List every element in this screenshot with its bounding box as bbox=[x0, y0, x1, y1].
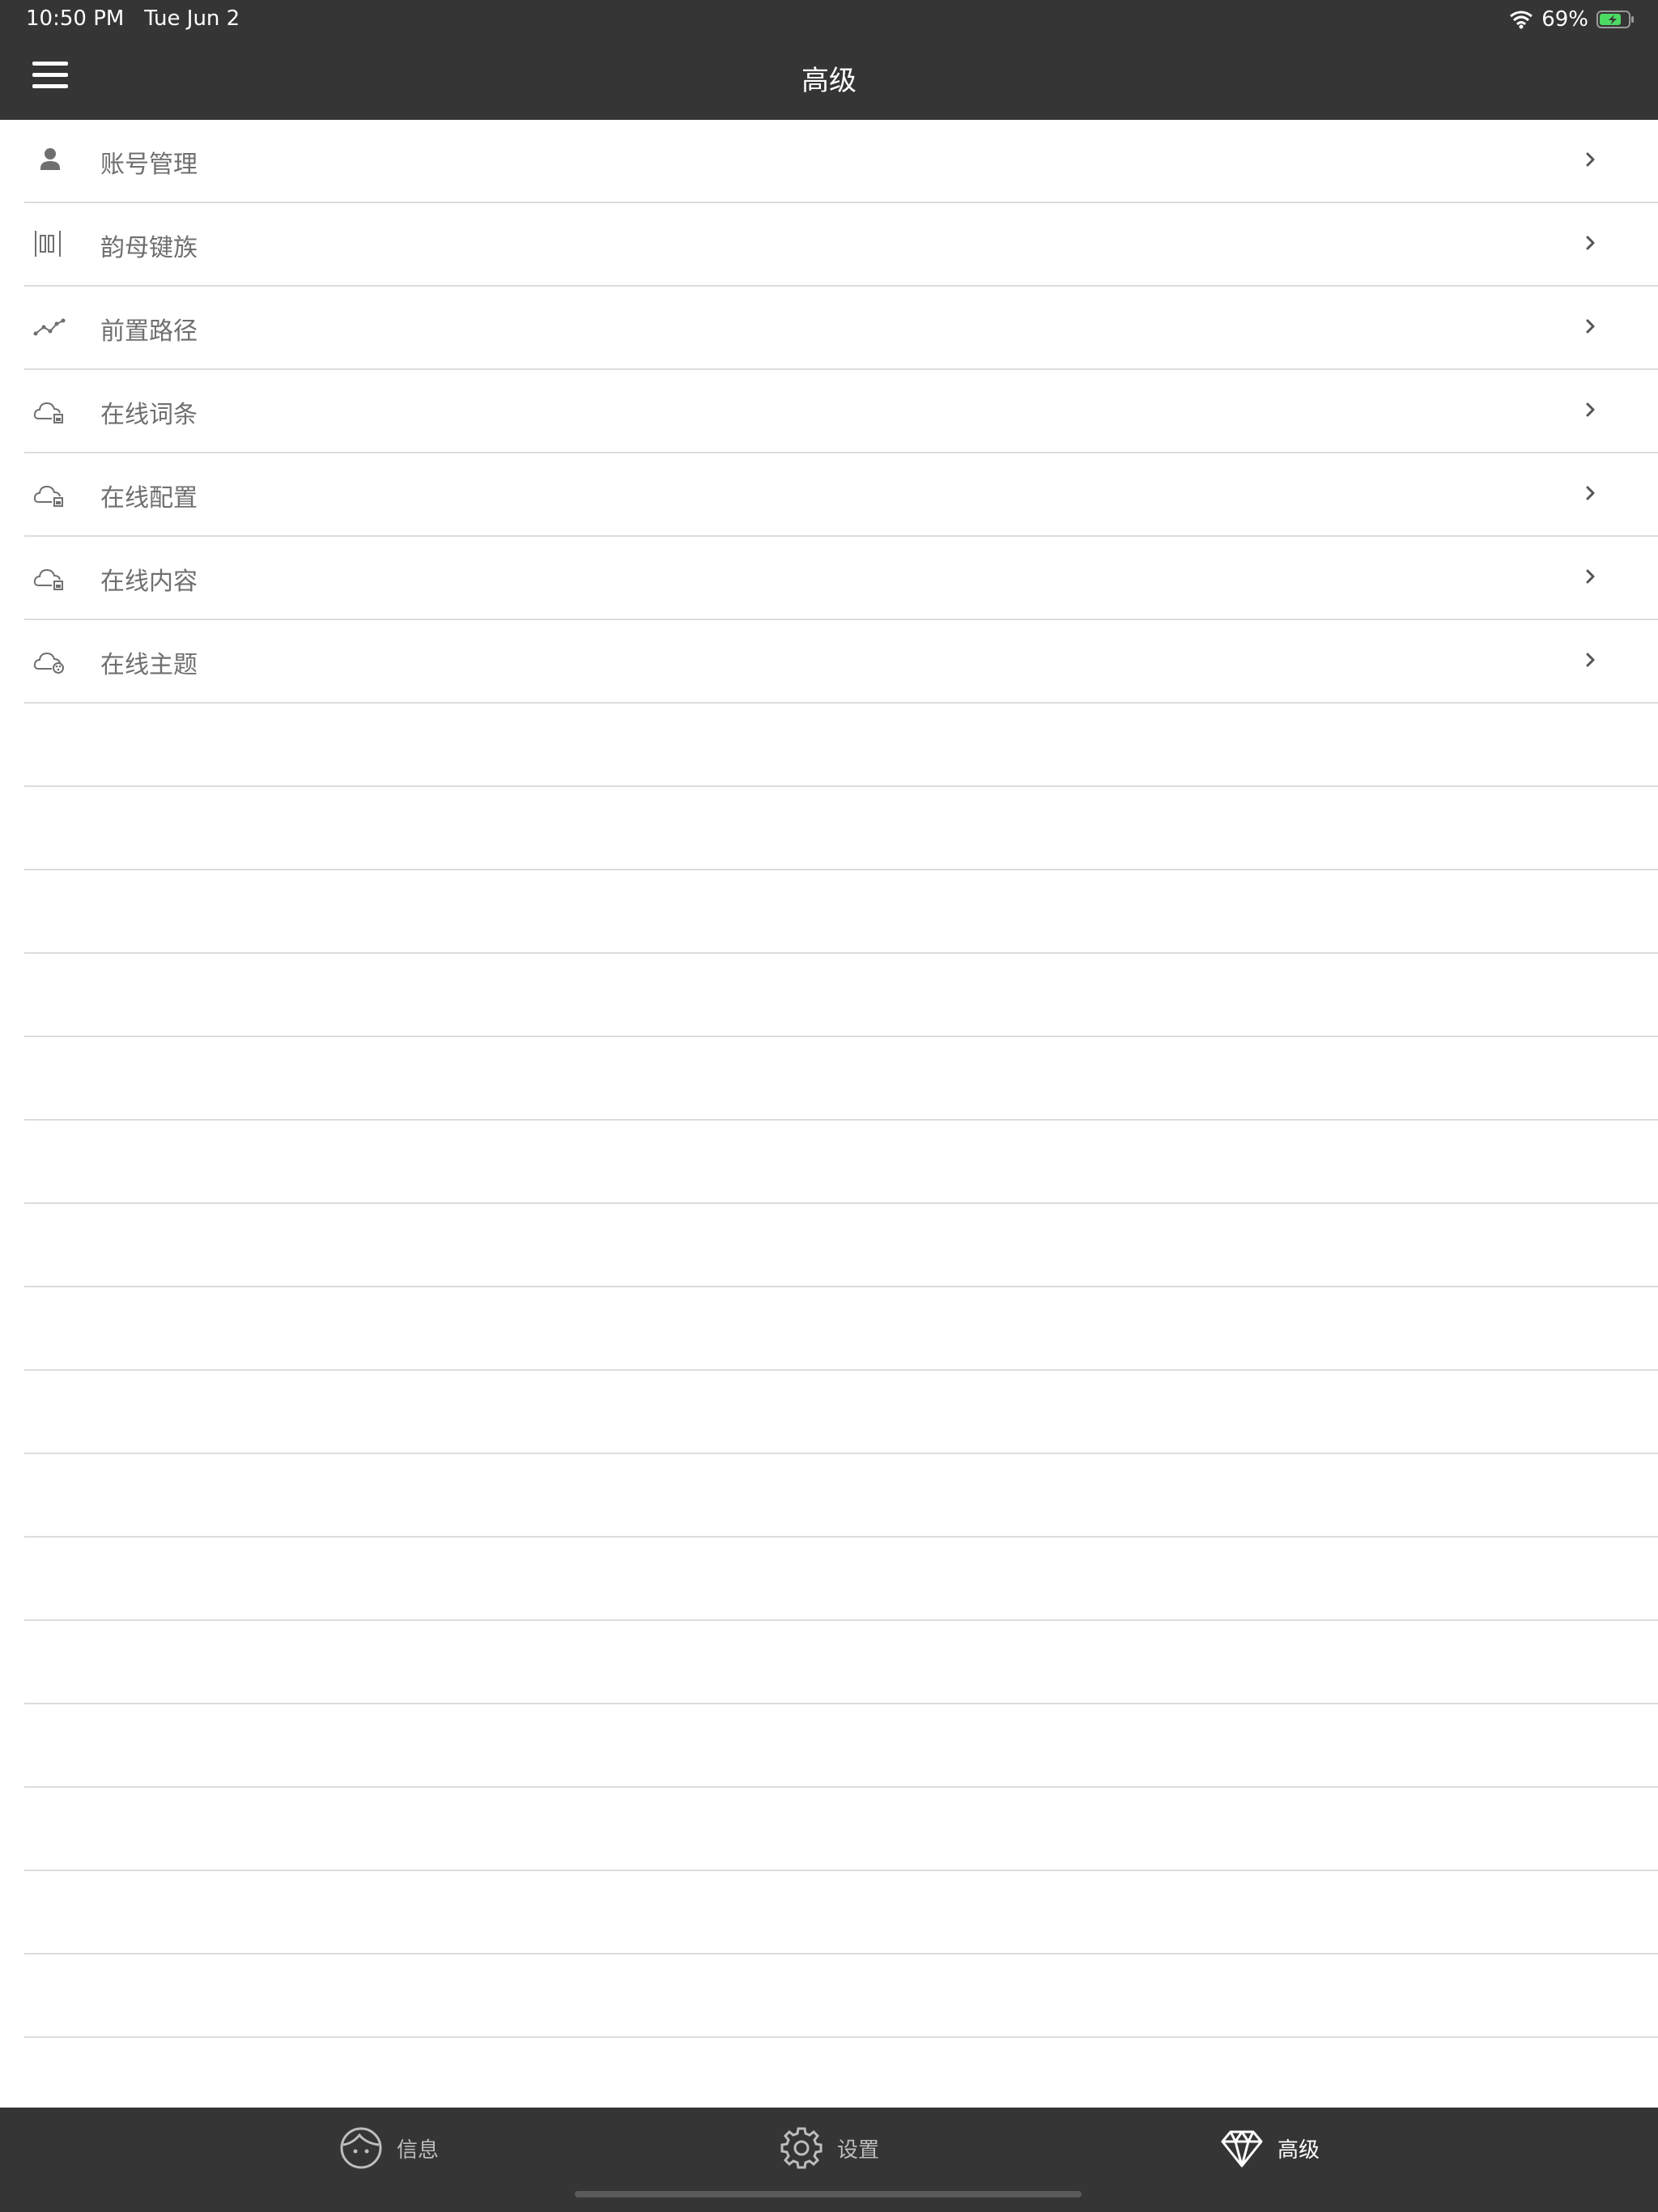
list-item-account[interactable]: 账号管理 bbox=[24, 120, 1658, 203]
cloud-lock-icon bbox=[33, 485, 63, 507]
list-item-label: 在线词条 bbox=[100, 401, 198, 429]
wifi-icon bbox=[1510, 11, 1533, 29]
chevron-right-icon bbox=[1586, 152, 1595, 167]
cloud-lock-icon bbox=[33, 402, 63, 423]
tab-advanced[interactable]: 高级 bbox=[1219, 2122, 1320, 2174]
keys-icon bbox=[35, 231, 61, 257]
chevron-right-icon bbox=[1586, 402, 1595, 417]
diamond-icon bbox=[1221, 2130, 1263, 2167]
chevron-right-icon bbox=[1586, 319, 1595, 334]
list-item-label: 前置路径 bbox=[100, 317, 198, 346]
list-item-online-theme[interactable]: 在线主题 bbox=[24, 620, 1658, 704]
empty-row bbox=[24, 1538, 1658, 1621]
empty-row bbox=[24, 1287, 1658, 1371]
empty-row bbox=[24, 1454, 1658, 1538]
list-item-prefix-path[interactable]: 前置路径 bbox=[24, 287, 1658, 370]
list-item-online-config[interactable]: 在线配置 bbox=[24, 453, 1658, 537]
top-bar: 10:50 PM Tue Jun 2 69% 高级 bbox=[0, 0, 1658, 120]
list-item-label: 在线内容 bbox=[100, 568, 198, 596]
face-icon bbox=[340, 2127, 382, 2169]
app-root: 10:50 PM Tue Jun 2 69% 高级 账号管理 韵母键族 前置路径… bbox=[0, 0, 1658, 2212]
empty-row bbox=[24, 1037, 1658, 1121]
list-item-online-content[interactable]: 在线内容 bbox=[24, 537, 1658, 620]
tab-info[interactable]: 信息 bbox=[338, 2122, 439, 2174]
chevron-right-icon bbox=[1586, 569, 1595, 584]
status-time: 10:50 PM Tue Jun 2 bbox=[26, 6, 240, 31]
empty-row bbox=[24, 1371, 1658, 1454]
gear-icon bbox=[780, 2127, 823, 2169]
status-date: Tue Jun 2 bbox=[144, 6, 240, 31]
empty-row bbox=[24, 1121, 1658, 1204]
tab-advanced-label: 高级 bbox=[1278, 2138, 1320, 2163]
empty-row bbox=[24, 1871, 1658, 1955]
battery-icon bbox=[1596, 11, 1634, 28]
tab-settings[interactable]: 设置 bbox=[779, 2122, 879, 2174]
list-item-label: 韵母键族 bbox=[100, 234, 198, 262]
status-clock: 10:50 PM bbox=[26, 6, 125, 31]
list-item-online-entries[interactable]: 在线词条 bbox=[24, 370, 1658, 453]
cloud-palette-icon bbox=[33, 652, 64, 674]
chevron-right-icon bbox=[1586, 486, 1595, 500]
person-icon bbox=[40, 148, 60, 170]
list-item-label: 在线主题 bbox=[100, 651, 198, 679]
empty-row bbox=[24, 870, 1658, 954]
empty-row bbox=[24, 704, 1658, 787]
settings-list: 账号管理 韵母键族 前置路径 在线词条 在线配置 在线内容 在线主题 bbox=[0, 120, 1658, 2121]
list-item-label: 账号管理 bbox=[100, 151, 198, 179]
empty-row bbox=[24, 1204, 1658, 1287]
chevron-right-icon bbox=[1586, 236, 1595, 250]
home-indicator bbox=[575, 2191, 1082, 2197]
cloud-lock-icon bbox=[33, 568, 63, 590]
tab-info-label: 信息 bbox=[397, 2138, 440, 2163]
path-icon bbox=[33, 318, 66, 336]
list-item-label: 在线配置 bbox=[100, 484, 198, 513]
empty-row bbox=[24, 1621, 1658, 1704]
empty-row bbox=[24, 787, 1658, 870]
empty-row bbox=[24, 954, 1658, 1037]
tab-settings-label: 设置 bbox=[837, 2138, 880, 2163]
list-item-final-keys[interactable]: 韵母键族 bbox=[24, 203, 1658, 287]
empty-row bbox=[24, 1955, 1658, 2038]
chevron-right-icon bbox=[1586, 653, 1595, 667]
empty-row bbox=[24, 1704, 1658, 1788]
status-indicators: 69% bbox=[1509, 6, 1635, 32]
page-title: 高级 bbox=[801, 65, 857, 97]
empty-row bbox=[24, 1788, 1658, 1871]
battery-percent: 69% bbox=[1541, 7, 1588, 32]
